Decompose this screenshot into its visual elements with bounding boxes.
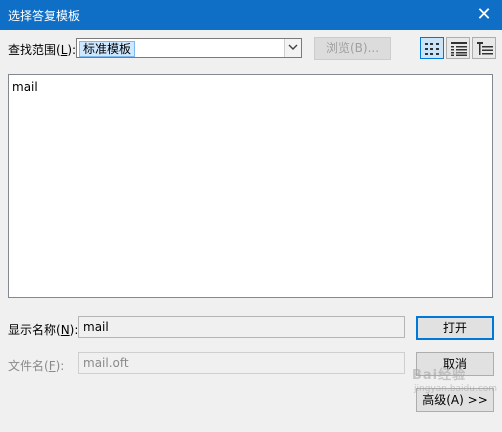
look-in-selected-value: 标准模板 xyxy=(79,41,136,57)
details-view-button[interactable] xyxy=(446,37,470,59)
file-name-field[interactable]: mail.oft xyxy=(78,352,405,374)
watermark-text: Bai经验 xyxy=(412,368,467,383)
select-reply-template-dialog: 选择答复模板 ✕ 查找范围(L): 标准模板 浏览(B)... mail 显示名… xyxy=(0,0,502,432)
look-in-label: 查找范围(L): xyxy=(8,41,76,58)
look-in-dropdown[interactable]: 标准模板 xyxy=(76,38,302,58)
list-view-icon xyxy=(425,43,439,55)
browse-button[interactable]: 浏览(B)... xyxy=(314,37,391,60)
file-name-label-key: F xyxy=(48,359,56,373)
details-view-icon xyxy=(451,42,467,56)
dropdown-button[interactable] xyxy=(284,39,301,57)
list-item[interactable]: mail xyxy=(12,80,38,94)
watermark-subtext: jingyan.baidu.com xyxy=(414,384,498,394)
close-button[interactable]: ✕ xyxy=(466,0,502,30)
look-in-label-suffix: ): xyxy=(67,43,77,57)
look-in-label-prefix: 查找范围( xyxy=(8,43,61,57)
watermark: Bai经验 jingyan.baidu.com xyxy=(382,360,498,400)
open-button[interactable]: 打开 xyxy=(416,316,494,340)
file-name-label-prefix: 文件名( xyxy=(8,359,49,373)
template-file-list[interactable]: mail xyxy=(8,74,493,298)
list-view-button[interactable] xyxy=(420,37,444,59)
file-name-label-suffix: ): xyxy=(55,359,65,373)
title-bar: 选择答复模板 ✕ xyxy=(0,0,502,30)
display-name-label-prefix: 显示名称( xyxy=(8,323,61,337)
window-title: 选择答复模板 xyxy=(8,9,81,23)
display-name-label-key: N xyxy=(60,323,70,337)
chevron-down-icon xyxy=(288,44,298,50)
properties-view-icon xyxy=(477,42,493,55)
display-name-label: 显示名称(N): xyxy=(8,321,78,338)
properties-view-button[interactable] xyxy=(472,37,496,59)
display-name-field[interactable]: mail xyxy=(78,316,405,338)
file-name-label: 文件名(F): xyxy=(8,357,64,374)
